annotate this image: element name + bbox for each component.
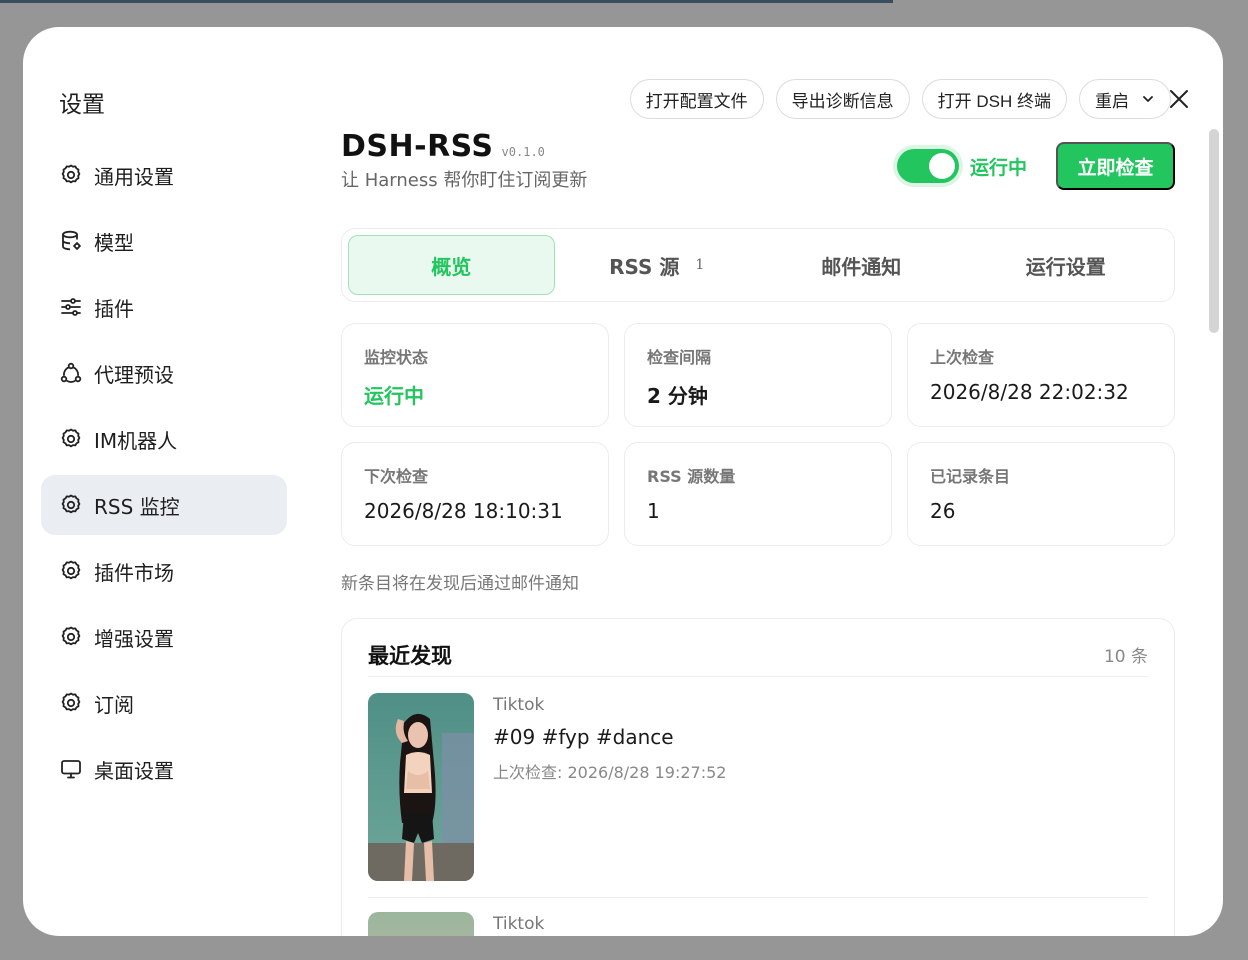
gear-icon xyxy=(58,426,84,452)
sidebar-item-rss-monitor[interactable]: RSS 监控 xyxy=(41,475,287,535)
tab-label: 概览 xyxy=(431,254,472,279)
recent-header: 最近发现 10 条 xyxy=(368,619,1148,677)
gear-icon xyxy=(58,492,84,518)
tab-label: 邮件通知 xyxy=(821,254,902,279)
tab-rss-sources[interactable]: RSS 源 1 xyxy=(555,235,760,295)
stat-card-next-check: 下次检查 2026/8/28 18:10:31 xyxy=(341,442,609,546)
item-source: Tiktok xyxy=(493,914,545,934)
tab-label: RSS 源 xyxy=(609,254,680,279)
sidebar-item-proxy-presets[interactable]: 代理预设 xyxy=(41,343,287,403)
sidebar-item-label: 插件 xyxy=(94,296,134,321)
sidebar-item-desktop[interactable]: 桌面设置 xyxy=(41,739,287,799)
list-item[interactable]: Tiktok xyxy=(368,898,1148,936)
tab-run-settings[interactable]: 运行设置 xyxy=(964,235,1169,295)
sidebar-item-label: RSS 监控 xyxy=(94,494,180,519)
stat-value: 26 xyxy=(930,499,956,523)
sidebar-item-label: 通用设置 xyxy=(94,164,174,189)
stat-card-monitor-status: 监控状态 运行中 xyxy=(341,323,609,427)
sidebar-item-label: IM机器人 xyxy=(94,428,178,453)
notify-hint: 新条目将在发现后通过邮件通知 xyxy=(341,574,579,594)
export-diagnostics-button[interactable]: 导出诊断信息 xyxy=(775,79,910,119)
stat-label: 检查间隔 xyxy=(647,348,712,367)
sidebar-item-label: 模型 xyxy=(94,230,134,255)
stat-label: 已记录条目 xyxy=(930,467,1011,486)
item-thumbnail xyxy=(368,912,474,936)
plugin-name: DSH-RSS xyxy=(341,129,494,164)
item-body: Tiktok #09 #fyp #dance 上次检查: 2026/8/28 1… xyxy=(493,693,726,881)
gear-icon xyxy=(58,162,84,188)
monitor-status-label: 运行中 xyxy=(970,157,1028,179)
sidebar-item-label: 桌面设置 xyxy=(94,758,174,783)
open-config-button[interactable]: 打开配置文件 xyxy=(629,79,764,119)
database-icon xyxy=(58,228,84,254)
check-now-button[interactable]: 立即检查 xyxy=(1056,142,1175,190)
item-source: Tiktok xyxy=(493,695,545,715)
stat-card-last-check: 上次检查 2026/8/28 22:02:32 xyxy=(907,323,1175,427)
stat-card-source-count: RSS 源数量 1 xyxy=(624,442,892,546)
stat-card-check-interval: 检查间隔 2 分钟 xyxy=(624,323,892,427)
recent-title: 最近发现 xyxy=(368,643,452,668)
settings-dialog: 设置 通用设置 模型 插件 代理预设 IM机器人 RSS 监控 插件市场 增强设… xyxy=(23,27,1223,936)
sidebar-item-plugin-market[interactable]: 插件市场 xyxy=(41,541,287,601)
stat-value: 2026/8/28 18:10:31 xyxy=(364,499,563,523)
sidebar-item-im-bot[interactable]: IM机器人 xyxy=(41,409,287,469)
stat-value: 2 分钟 xyxy=(647,384,708,408)
stats-grid: 监控状态 运行中 检查间隔 2 分钟 上次检查 2026/8/28 22:02:… xyxy=(341,323,1175,546)
sidebar-item-label: 增强设置 xyxy=(94,626,174,651)
item-last-check: 上次检查: 2026/8/28 19:27:52 xyxy=(493,763,727,782)
item-thumbnail xyxy=(368,693,474,881)
restart-dropdown[interactable]: 重启 xyxy=(1079,79,1171,119)
stat-value: 2026/8/28 22:02:32 xyxy=(930,380,1129,404)
item-body: Tiktok xyxy=(493,912,544,936)
gear-icon xyxy=(58,690,84,716)
sidebar-item-label: 插件市场 xyxy=(94,560,174,585)
monitor-toggle[interactable] xyxy=(897,149,959,183)
tab-email-notify[interactable]: 邮件通知 xyxy=(759,235,964,295)
main-scrollbar[interactable] xyxy=(1209,129,1219,333)
toggle-knob xyxy=(929,153,955,179)
stat-label: 上次检查 xyxy=(930,348,995,367)
open-terminal-button[interactable]: 打开 DSH 终端 xyxy=(921,79,1067,119)
tab-label: 运行设置 xyxy=(1025,254,1106,279)
plugin-subtitle: 让 Harness 帮你盯住订阅更新 xyxy=(341,170,588,191)
stat-value: 运行中 xyxy=(364,384,424,408)
share-icon xyxy=(58,360,84,386)
stat-label: 监控状态 xyxy=(364,348,429,367)
sidebar-item-label: 代理预设 xyxy=(94,362,174,387)
video-thumbnail-image xyxy=(368,693,474,881)
rss-monitor-panel: DSH-RSS v0.1.0 让 Harness 帮你盯住订阅更新 运行中 立即检… xyxy=(341,129,1175,936)
tab-overview[interactable]: 概览 xyxy=(348,235,555,295)
stat-value: 1 xyxy=(647,499,660,523)
sidebar-item-label: 订阅 xyxy=(94,692,134,717)
sidebar-item-enhanced[interactable]: 增强设置 xyxy=(41,607,287,667)
recent-findings: 最近发现 10 条 Tiktok #09 #fyp #dance 上次检查: 2… xyxy=(341,618,1175,936)
sidebar-item-plugins[interactable]: 插件 xyxy=(41,277,287,337)
stat-card-recorded-entries: 已记录条目 26 xyxy=(907,442,1175,546)
dialog-toolbar: 打开配置文件 导出诊断信息 打开 DSH 终端 重启 xyxy=(629,79,1171,119)
plugin-header: DSH-RSS v0.1.0 让 Harness 帮你盯住订阅更新 xyxy=(341,129,1175,192)
stat-label: 下次检查 xyxy=(364,467,429,486)
sidebar-item-subscription[interactable]: 订阅 xyxy=(41,673,287,733)
list-item[interactable]: Tiktok #09 #fyp #dance 上次检查: 2026/8/28 1… xyxy=(368,677,1148,898)
sliders-icon xyxy=(58,294,84,320)
sidebar-item-general[interactable]: 通用设置 xyxy=(41,145,287,205)
chevron-down-icon xyxy=(1143,96,1153,102)
plugin-version: v0.1.0 xyxy=(501,144,545,159)
monitor-icon xyxy=(58,756,84,782)
sidebar-item-model[interactable]: 模型 xyxy=(41,211,287,271)
restart-label: 重启 xyxy=(1095,91,1129,111)
settings-nav: 通用设置 模型 插件 代理预设 IM机器人 RSS 监控 插件市场 增强设置 订… xyxy=(41,145,287,805)
close-icon[interactable] xyxy=(1165,85,1193,113)
item-title: #09 #fyp #dance xyxy=(493,725,674,749)
gear-icon xyxy=(58,558,84,584)
sidebar-title: 设置 xyxy=(59,92,105,118)
tab-bar: 概览 RSS 源 1 邮件通知 运行设置 xyxy=(341,228,1175,302)
stat-label: RSS 源数量 xyxy=(647,467,736,486)
gear-icon xyxy=(58,624,84,650)
recent-count: 10 条 xyxy=(1103,647,1148,667)
tab-count-badge: 1 xyxy=(695,257,705,273)
